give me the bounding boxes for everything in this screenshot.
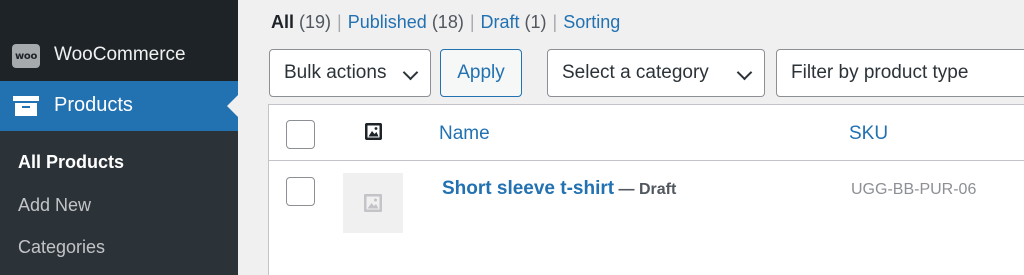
product-thumbnail[interactable] — [343, 173, 403, 233]
product-title-cell: Short sleeve t-shirt — Draft — [442, 178, 676, 200]
post-state: — Draft — [614, 181, 677, 198]
menu-item-products[interactable]: Products — [0, 81, 238, 131]
product-type-value: Filter by product type — [791, 62, 969, 83]
placeholder-image-icon — [364, 194, 382, 212]
product-type-select[interactable]: Filter by product type — [776, 49, 1024, 97]
image-icon — [365, 123, 382, 140]
row-checkbox[interactable] — [286, 177, 315, 206]
woocommerce-icon: woo — [12, 44, 40, 68]
bulk-actions-value: Bulk actions — [284, 62, 387, 83]
column-header-sku[interactable]: SKU — [849, 123, 888, 145]
submenu-all-products[interactable]: All Products — [18, 152, 124, 173]
current-menu-arrow — [227, 95, 238, 117]
menu-item-woocommerce[interactable]: woo WooCommerce — [0, 36, 238, 76]
product-title-link[interactable]: Short sleeve t-shirt — [442, 178, 614, 199]
column-header-name[interactable]: Name — [439, 123, 490, 145]
apply-button[interactable]: Apply — [440, 49, 522, 97]
filter-published-link[interactable]: Published (18) — [348, 12, 464, 32]
filter-sorting-link[interactable]: Sorting — [563, 12, 620, 32]
filter-separator: | — [337, 12, 342, 32]
bulk-actions-select[interactable]: Bulk actions — [269, 49, 431, 97]
filter-all-link[interactable]: All (19) — [271, 12, 331, 32]
product-sku: UGG-BB-PUR-06 — [851, 181, 977, 198]
products-table: Name SKU Short sleeve t-shirt — Draft UG… — [268, 104, 1024, 275]
chevron-down-icon — [736, 64, 753, 81]
products-submenu: All Products Add New Categories — [0, 131, 238, 275]
menu-item-products-label: Products — [54, 94, 133, 116]
category-select[interactable]: Select a category — [547, 49, 765, 97]
filter-separator: | — [469, 12, 475, 32]
category-select-value: Select a category — [562, 62, 709, 83]
filter-draft-link[interactable]: Draft (1) — [481, 12, 547, 32]
status-filter-links: All (19) | Published (18) | Draft (1) | Sortin… — [271, 12, 620, 33]
filter-draft-count: (1) — [524, 12, 547, 32]
submenu-categories[interactable]: Categories — [18, 237, 105, 258]
menu-item-woocommerce-label: WooCommerce — [54, 44, 186, 65]
submenu-add-new[interactable]: Add New — [18, 195, 91, 216]
archive-box-icon — [13, 96, 39, 116]
filter-all-count: (19) — [299, 12, 332, 32]
filter-separator: | — [552, 12, 558, 32]
select-all-checkbox[interactable] — [286, 120, 315, 149]
filter-published-count: (18) — [431, 12, 464, 32]
chevron-down-icon — [402, 64, 419, 81]
admin-sidebar: woo WooCommerce Products All Products Ad… — [0, 0, 238, 275]
table-header-row: Name SKU — [269, 105, 1024, 161]
